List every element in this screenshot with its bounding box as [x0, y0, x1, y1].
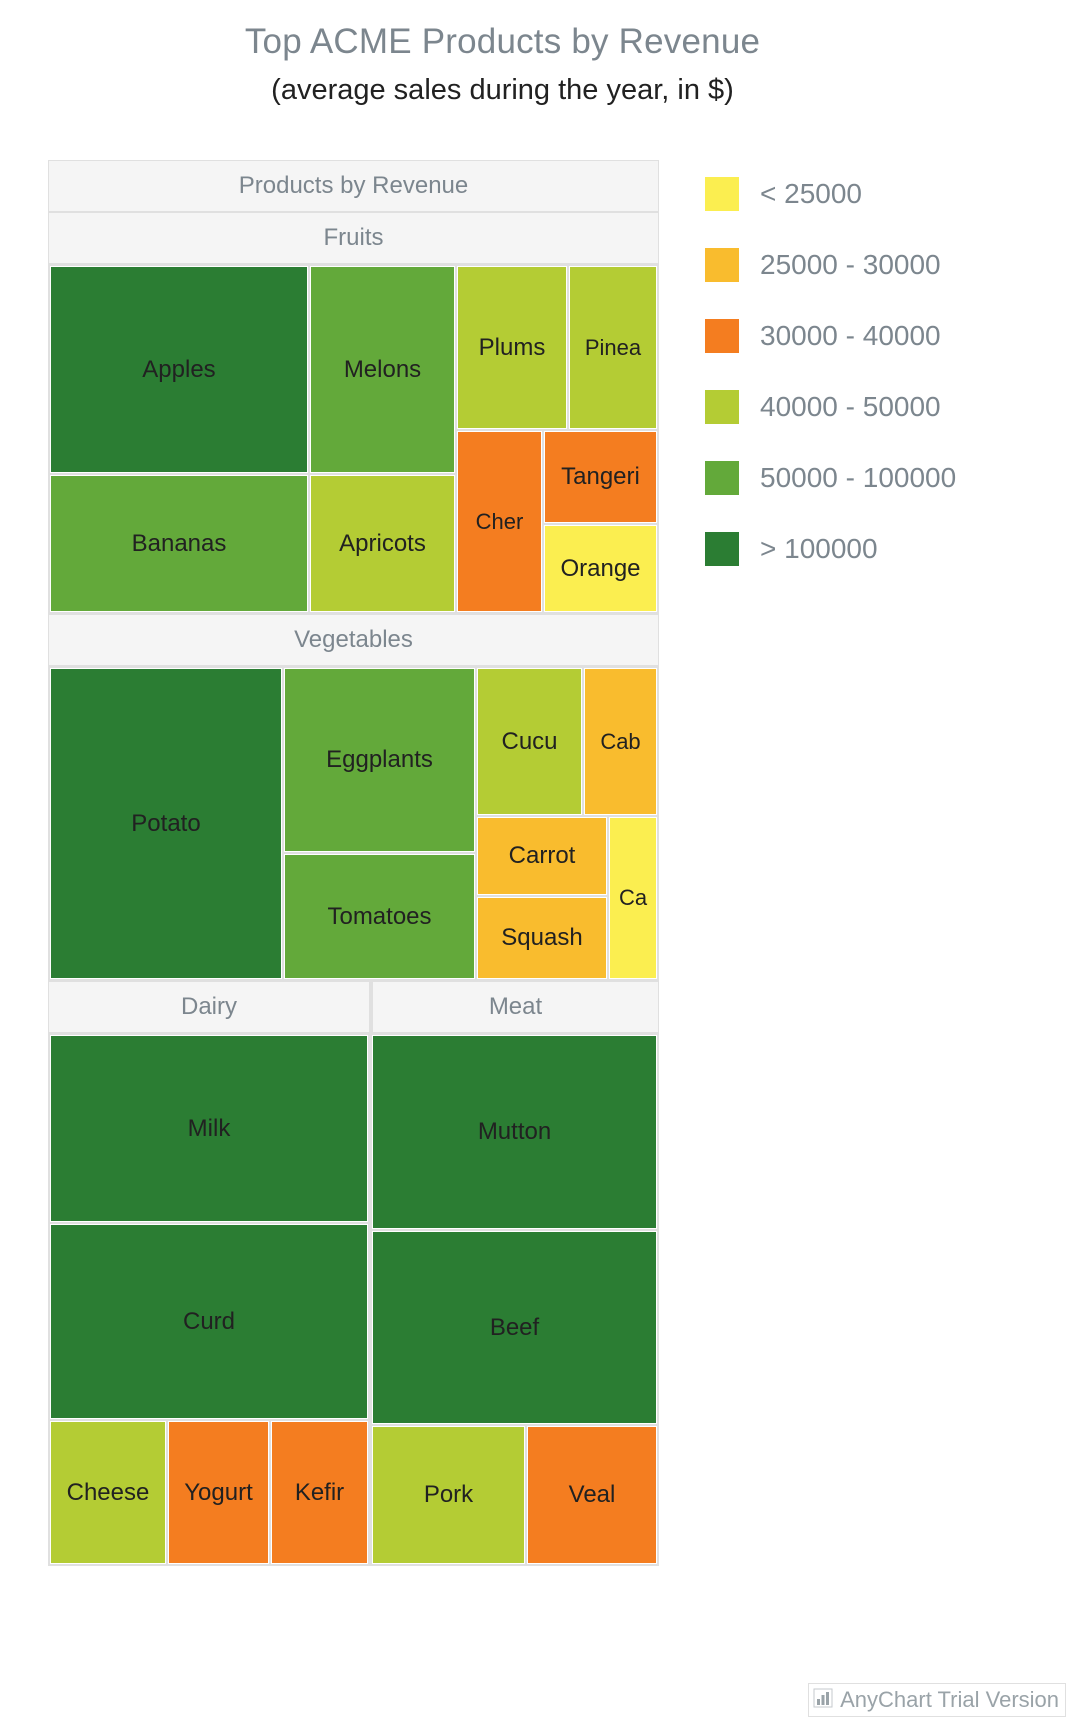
treemap-root-header[interactable]: Products by Revenue: [48, 160, 659, 212]
legend-item[interactable]: 25000 - 30000: [705, 229, 1065, 300]
treemap-tile[interactable]: Apples: [50, 266, 308, 473]
watermark-label: AnyChart Trial Version: [840, 1687, 1059, 1712]
tile-label: Yogurt: [184, 1478, 253, 1506]
legend-swatch: [705, 176, 739, 211]
group-label: Dairy: [180, 993, 237, 1020]
legend-item[interactable]: 40000 - 50000: [705, 371, 1065, 442]
treemap-tile[interactable]: Ca: [609, 817, 657, 979]
group-label: Products by Revenue: [238, 172, 469, 199]
tile-label: Cheese: [66, 1478, 150, 1506]
tile-label: Mutton: [477, 1118, 552, 1145]
treemap-tile[interactable]: Pork: [372, 1426, 525, 1564]
legend-swatch: [705, 389, 739, 424]
tile-label: Pinea: [584, 334, 642, 360]
treemap-tile[interactable]: Squash: [477, 897, 607, 979]
treemap-tile[interactable]: Cab: [584, 668, 657, 815]
color-legend: < 25000 25000 - 30000 30000 - 40000 40000 -…: [705, 158, 1065, 584]
treemap-tile[interactable]: Cucu: [477, 668, 582, 815]
treemap-tile[interactable]: Plums: [457, 266, 567, 429]
tile-label: Cher: [475, 508, 524, 534]
treemap-tile[interactable]: Yogurt: [168, 1421, 269, 1564]
anychart-watermark: AnyChart Trial Version: [808, 1683, 1066, 1717]
group-label: Meat: [488, 993, 543, 1020]
treemap-group-header-fruits[interactable]: Fruits: [48, 212, 659, 264]
treemap-tile[interactable]: Tomatoes: [284, 854, 475, 979]
tile-label: Beef: [489, 1313, 540, 1341]
treemap-tile[interactable]: Eggplants: [284, 668, 475, 852]
page-title: Top ACME Products by Revenue: [244, 22, 761, 61]
tile-label: Eggplants: [326, 746, 433, 773]
legend-label: 25000 - 30000: [760, 248, 941, 280]
legend-item[interactable]: < 25000: [705, 158, 1065, 229]
legend-item[interactable]: 30000 - 40000: [705, 300, 1065, 371]
tile-label: Tangeri: [561, 463, 640, 490]
treemap-chart[interactable]: Products by Revenue Fruits Apples Bananas Me…: [48, 160, 659, 1566]
tile-label: Squash: [501, 924, 583, 951]
legend-swatch: [705, 247, 739, 282]
legend-swatch: [705, 531, 739, 566]
tile-label: Apricots: [339, 529, 426, 557]
tile-label: Cab: [600, 728, 641, 754]
treemap-group-header-meat[interactable]: Meat: [372, 981, 659, 1033]
legend-label: < 25000: [760, 177, 862, 209]
group-label: Vegetables: [294, 626, 413, 653]
bar-chart-icon: [813, 1688, 833, 1713]
tile-label: Potato: [131, 809, 201, 837]
treemap-tile[interactable]: Mutton: [372, 1035, 657, 1229]
legend-item[interactable]: > 100000: [705, 513, 1065, 584]
tile-label: Carrot: [508, 842, 576, 869]
tile-label: Apples: [142, 355, 216, 383]
tile-label: Bananas: [131, 529, 227, 557]
page-subtitle: (average sales during the year, in $): [271, 74, 734, 106]
legend-label: 40000 - 50000: [760, 390, 941, 422]
tile-label: Kefir: [294, 1478, 345, 1506]
legend-label: 50000 - 100000: [760, 461, 957, 493]
tile-label: Plums: [478, 333, 546, 361]
legend-swatch: [705, 460, 739, 495]
treemap-tile[interactable]: Cher: [457, 431, 542, 612]
tile-label: Veal: [568, 1481, 616, 1508]
tile-label: Milk: [187, 1114, 231, 1142]
treemap-group-header-dairy[interactable]: Dairy: [48, 981, 370, 1033]
treemap-tile[interactable]: Tangeri: [544, 431, 657, 523]
legend-label: > 100000: [760, 532, 878, 564]
legend-swatch: [705, 318, 739, 353]
treemap-tile[interactable]: Cheese: [50, 1421, 166, 1564]
group-label: Fruits: [323, 224, 384, 251]
tile-label: Ca: [618, 885, 648, 910]
treemap-tile[interactable]: Orange: [544, 525, 657, 612]
legend-label: 30000 - 40000: [760, 319, 941, 351]
treemap-tile[interactable]: Pinea: [569, 266, 657, 429]
legend-item[interactable]: 50000 - 100000: [705, 442, 1065, 513]
tile-label: Pork: [423, 1481, 474, 1508]
treemap-tile[interactable]: Veal: [527, 1426, 657, 1564]
treemap-tile[interactable]: Milk: [50, 1035, 368, 1222]
treemap-tile[interactable]: Curd: [50, 1224, 368, 1419]
treemap-tile[interactable]: Apricots: [310, 475, 455, 612]
treemap-group-header-vegetables[interactable]: Vegetables: [48, 614, 659, 666]
tile-label: Cucu: [501, 727, 558, 755]
treemap-tile[interactable]: Melons: [310, 266, 455, 473]
treemap-tile[interactable]: Bananas: [50, 475, 308, 612]
treemap-tile[interactable]: Potato: [50, 668, 282, 979]
treemap-tile[interactable]: Kefir: [271, 1421, 368, 1564]
treemap-tile[interactable]: Carrot: [477, 817, 607, 895]
treemap-tile[interactable]: Beef: [372, 1231, 657, 1424]
tile-label: Orange: [560, 554, 641, 582]
tile-label: Curd: [182, 1307, 236, 1335]
tile-label: Tomatoes: [327, 902, 432, 930]
tile-label: Melons: [343, 355, 422, 383]
